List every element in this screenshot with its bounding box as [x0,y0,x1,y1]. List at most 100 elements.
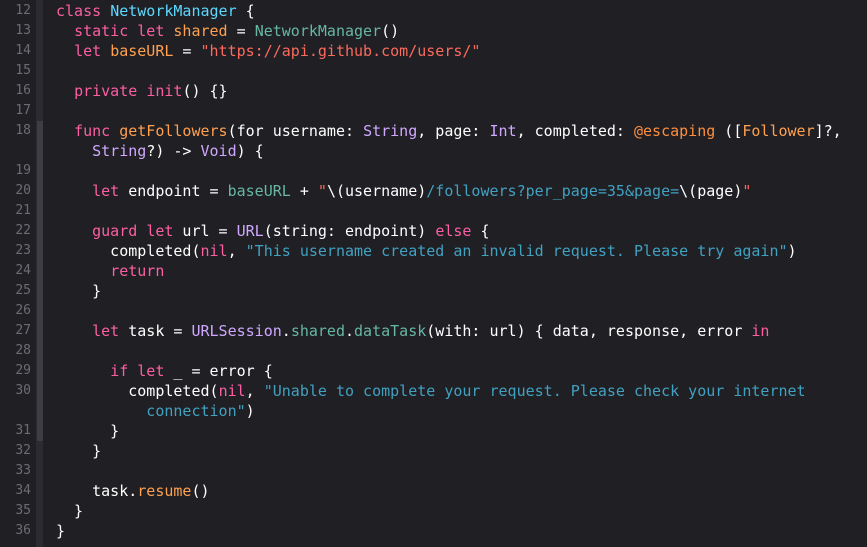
code-text: let endpoint = baseURL + "\(username)/fo… [56,181,751,201]
token: URL [236,222,264,240]
code-line[interactable]: 20 let endpoint = baseURL + "\(username)… [0,181,867,201]
code-line[interactable]: 18 func getFollowers(for username: Strin… [0,121,867,141]
token: in [751,322,770,340]
code-text: } [56,501,83,521]
token: task. [56,482,138,500]
token: " [742,182,752,200]
code-area[interactable]: 12 class NetworkManager {13 static let sh… [0,0,867,547]
line-number: 21 [15,203,31,218]
token: = [173,42,201,60]
line-number: 34 [15,483,31,498]
code-text: completed(nil, "This username created an… [56,241,796,261]
code-text: } [56,441,101,461]
token: connection" [56,402,246,420]
line-number: 16 [15,83,31,98]
token: task = [119,322,192,340]
line-number: 14 [15,43,31,58]
code-text: task.resume() [56,481,209,501]
code-line[interactable]: 16 private init() {} [0,81,867,101]
code-line[interactable]: 28 [0,341,867,361]
code-line[interactable]: 21 [0,201,867,221]
line-number: 25 [15,283,31,298]
code-line[interactable]: 13 static let shared = NetworkManager() [0,21,867,41]
token: URLSession [191,322,282,340]
line-number: 19 [15,163,31,178]
line-number: 23 [15,243,31,258]
token: static [74,22,129,40]
token: completed( [56,242,201,260]
token: nil [200,242,228,260]
code-line[interactable]: 30 completed(nil, "Unable to complete yo… [0,381,867,401]
code-line[interactable]: 31 } [0,421,867,441]
code-line[interactable]: 22 guard let url = URL(string: endpoint)… [0,221,867,241]
token: NetworkManager [110,2,237,20]
code-line[interactable]: 25 } [0,281,867,301]
code-line[interactable]: 36} [0,521,867,541]
code-line[interactable]: 29 if let _ = error { [0,361,867,381]
token: ([ [715,122,743,140]
token: ?) -> [146,142,201,160]
code-text: static let shared = NetworkManager() [56,21,399,41]
code-line[interactable]: 32 } [0,441,867,461]
token: NetworkManager [254,22,382,40]
token: "Unable to complete your request. Please… [263,382,806,400]
token: private [74,82,138,100]
line-number: 17 [15,103,31,118]
token: Follower [742,122,815,140]
token: ) { [236,142,264,160]
token: completed( [56,382,219,400]
line-number: 18 [15,123,31,138]
code-line[interactable]: 14 let baseURL = "https://api.github.com… [0,41,867,61]
token: () {} [182,82,228,100]
token: dataTask [354,322,427,340]
token: " [317,182,327,200]
token: func [74,122,111,140]
code-line[interactable]: 27 let task = URLSession.shared.dataTask… [0,321,867,341]
code-line[interactable]: 24 return [0,261,867,281]
token: (with: url) { data, response, error [426,322,752,340]
token: /followers?per_page=35&page= [426,182,680,200]
token: let [92,182,120,200]
token: { [471,222,490,240]
line-number: 30 [15,383,31,398]
code-line[interactable]: 17 [0,101,867,121]
code-line[interactable]: 15 [0,61,867,81]
code-line[interactable]: 35 } [0,501,867,521]
token: init [146,82,183,100]
token: \(username) [326,182,427,200]
token: } [56,442,102,460]
token: nil [218,382,246,400]
code-line[interactable]: 23 completed(nil, "This username created… [0,241,867,261]
token: , [245,382,264,400]
token: baseURL [110,42,174,60]
code-line[interactable]: 33 [0,461,867,481]
token: + [290,182,318,200]
code-text: if let _ = error { [56,361,273,381]
code-text: func getFollowers(for username: String, … [56,121,842,141]
code-line[interactable]: 26 [0,301,867,321]
line-number: 36 [15,523,31,538]
code-line[interactable]: 12 class NetworkManager { [0,1,867,21]
token: = [227,22,255,40]
code-editor[interactable]: 12 class NetworkManager {13 static let sh… [0,0,867,547]
token: getFollowers [119,122,228,140]
code-line[interactable]: String?) -> Void) { [0,141,867,161]
code-text: guard let url = URL(string: endpoint) el… [56,221,490,241]
code-line[interactable]: 19 [0,161,867,181]
code-line[interactable]: 34 task.resume() [0,481,867,501]
line-number: 24 [15,263,31,278]
token: String [363,122,418,140]
code-line[interactable]: connection") [0,401,867,421]
code-text: let baseURL = "https://api.github.com/us… [56,41,480,61]
token: "https://api.github.com/users/" [200,42,481,60]
